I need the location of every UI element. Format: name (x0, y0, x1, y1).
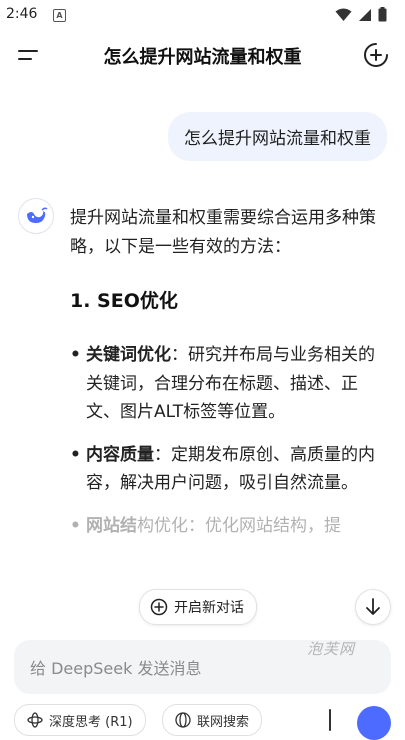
top-bar: 怎么提升网站流量和权重 (0, 30, 405, 82)
list-item: 网站结构优化：优化网站结构，提 (70, 512, 388, 541)
input-toolbar: 深度思考 (R1) 联网搜索 (14, 704, 405, 740)
whale-logo-icon (27, 207, 48, 223)
web-search-toggle[interactable]: 联网搜索 (162, 704, 263, 736)
attachment-icon[interactable] (321, 708, 339, 732)
status-bar: 2:46 A (0, 0, 405, 30)
wifi-icon (335, 8, 352, 21)
deepseek-avatar (18, 198, 54, 234)
signal-icon (359, 8, 371, 21)
web-search-label: 联网搜索 (197, 714, 250, 730)
answer-intro: 提升网站流量和权重需要综合运用多种策略，以下是一些有效的方法： (70, 208, 376, 257)
new-conversation-label: 开启新对话 (174, 600, 244, 616)
bullet-term: 关键词优化 (86, 345, 171, 365)
scroll-to-bottom-button[interactable] (355, 589, 391, 625)
bullet-list: 关键词优化：研究并布局与业务相关的关键词，合理分布在标题、描述、正文、图片ALT… (70, 341, 388, 540)
plus-circle-icon (150, 598, 168, 616)
deep-think-toggle[interactable]: 深度思考 (R1) (14, 704, 146, 736)
send-button[interactable] (357, 706, 391, 740)
list-item: 内容质量：定期发布原创、高质量的内容，解决用户问题，吸引自然流量。 (70, 441, 388, 498)
battery-icon (378, 7, 387, 22)
bullet-text: 构优化：优化网站结构，提 (137, 515, 341, 536)
bullet-term: 内容质量 (86, 444, 154, 465)
watermark: 泡芙网 (306, 640, 355, 658)
globe-icon (175, 712, 191, 728)
section-heading: 1. SEO优化 (70, 290, 178, 312)
status-right-icons (335, 7, 387, 22)
assistant-answer: 提升网站流量和权重需要综合运用多种策略，以下是一些有效的方法： 1. SEO优化… (70, 204, 388, 554)
bullet-term: 网站结 (86, 515, 137, 536)
user-message-bubble: 怎么提升网站流量和权重 (168, 112, 387, 161)
deep-think-label: 深度思考 (R1) (49, 714, 133, 730)
notification-icon: A (53, 9, 66, 22)
atom-icon (27, 712, 43, 728)
new-chat-button[interactable] (363, 42, 389, 68)
arrow-down-icon (366, 598, 380, 615)
message-input[interactable] (28, 640, 332, 696)
status-time: 2:46 (6, 6, 38, 22)
page-title: 怎么提升网站流量和权重 (103, 47, 302, 68)
new-conversation-button[interactable]: 开启新对话 (139, 589, 257, 625)
list-item: 关键词优化：研究并布局与业务相关的关键词，合理分布在标题、描述、正文、图片ALT… (70, 341, 388, 427)
plus-circle-icon (364, 43, 388, 67)
